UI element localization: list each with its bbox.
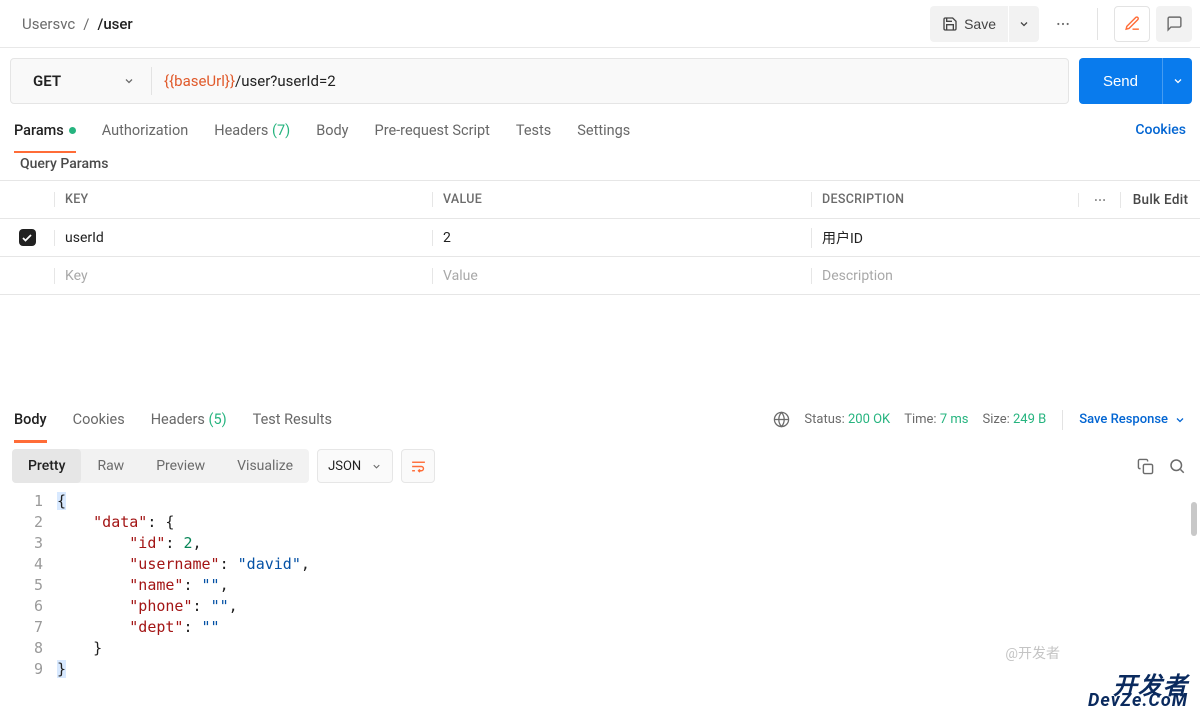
copy-icon[interactable] xyxy=(1137,458,1154,475)
code-gutter: 123456789 xyxy=(12,489,49,680)
bulk-edit-button[interactable]: Bulk Edit xyxy=(1120,192,1200,208)
tab-params-indicator xyxy=(69,127,76,134)
send-button[interactable]: Send xyxy=(1079,58,1162,104)
comment-icon xyxy=(1166,15,1183,32)
request-urlbar-row: GET {{baseUrl}}/user?userId=2 Send xyxy=(0,48,1200,108)
response-toolbar: Pretty Raw Preview Visualize JSON xyxy=(0,439,1200,489)
response-tab-headers-label: Headers xyxy=(151,411,205,428)
save-icon xyxy=(942,16,958,32)
globe-icon[interactable] xyxy=(773,411,790,428)
tab-headers-label: Headers xyxy=(214,122,268,139)
response-view-segment: Pretty Raw Preview Visualize xyxy=(12,449,309,483)
tab-authorization[interactable]: Authorization xyxy=(102,108,188,152)
response-tabs: Body Cookies Headers (5) Test Results St… xyxy=(0,399,1200,439)
params-header-value: VALUE xyxy=(432,192,811,207)
view-pretty[interactable]: Pretty xyxy=(12,449,81,483)
watermark-line2: DevZe.CoM xyxy=(1088,690,1188,711)
response-divider xyxy=(1062,410,1063,430)
tab-headers-count: (7) xyxy=(272,122,290,139)
edit-docs-button[interactable] xyxy=(1114,6,1150,42)
param-row-new: Key Value Description xyxy=(0,257,1200,295)
code-content[interactable]: { "data": { "id": 2, "username": "david"… xyxy=(49,489,310,680)
response-tab-cookies[interactable]: Cookies xyxy=(73,398,125,442)
save-button-label: Save xyxy=(964,16,996,32)
response-size: Size: 249 B xyxy=(982,412,1046,427)
tab-headers[interactable]: Headers (7) xyxy=(214,108,290,152)
url-path: /user?userId=2 xyxy=(235,72,336,90)
request-body-spacer xyxy=(0,295,1200,399)
breadcrumb-current: /user xyxy=(97,15,132,33)
search-icon[interactable] xyxy=(1168,457,1186,475)
breadcrumb: Usersvc / /user xyxy=(22,15,133,33)
tab-params-label: Params xyxy=(14,122,64,139)
tab-body[interactable]: Body xyxy=(316,108,348,152)
param-key-input[interactable]: Key xyxy=(54,268,432,284)
query-params-title: Query Params xyxy=(0,152,1200,180)
more-horizontal-icon xyxy=(1055,16,1071,32)
params-header-row: KEY VALUE DESCRIPTION Bulk Edit xyxy=(0,181,1200,219)
save-response-label: Save Response xyxy=(1079,412,1168,427)
comments-button[interactable] xyxy=(1156,6,1192,42)
param-checkbox[interactable] xyxy=(19,229,36,246)
watermark-handle: @开发者 xyxy=(1005,643,1060,663)
request-url-input[interactable]: {{baseUrl}}/user?userId=2 xyxy=(152,72,1068,90)
tab-settings[interactable]: Settings xyxy=(577,108,630,152)
more-horizontal-icon xyxy=(1093,193,1107,207)
wrap-lines-button[interactable] xyxy=(401,449,435,483)
http-method-select[interactable]: GET xyxy=(11,59,151,103)
query-params-table: KEY VALUE DESCRIPTION Bulk Edit userId 2… xyxy=(0,180,1200,295)
response-format-label: JSON xyxy=(328,459,361,474)
cookies-link[interactable]: Cookies xyxy=(1135,122,1186,138)
param-value-input[interactable]: Value xyxy=(432,268,811,284)
scrollbar-thumb[interactable] xyxy=(1191,502,1197,536)
params-header-key: KEY xyxy=(54,192,432,207)
param-desc-input[interactable]: Description xyxy=(811,268,1200,284)
pencil-icon xyxy=(1124,15,1141,32)
breadcrumb-sep: / xyxy=(83,15,89,33)
request-urlbar: GET {{baseUrl}}/user?userId=2 xyxy=(10,58,1069,104)
send-button-group: Send xyxy=(1079,58,1192,104)
save-options-button[interactable] xyxy=(1009,6,1039,42)
save-button[interactable]: Save xyxy=(930,6,1008,42)
param-value-cell[interactable]: 2 xyxy=(432,230,811,246)
param-desc-cell[interactable]: 用户ID xyxy=(811,228,1200,248)
more-actions-button[interactable] xyxy=(1045,6,1081,42)
wrap-icon xyxy=(410,458,427,475)
chevron-down-icon xyxy=(1172,75,1184,87)
breadcrumb-parent[interactable]: Usersvc xyxy=(22,15,75,33)
view-raw[interactable]: Raw xyxy=(81,449,140,483)
params-header-more[interactable] xyxy=(1078,193,1120,207)
response-tab-tests[interactable]: Test Results xyxy=(253,398,332,442)
response-time: Time: 7 ms xyxy=(904,412,968,427)
topbar-divider xyxy=(1097,8,1098,40)
response-format-select[interactable]: JSON xyxy=(317,449,393,483)
save-button-group: Save xyxy=(930,6,1039,42)
view-preview[interactable]: Preview xyxy=(140,449,221,483)
topbar: Usersvc / /user Save xyxy=(0,0,1200,48)
tab-params[interactable]: Params xyxy=(14,108,76,152)
view-visualize[interactable]: Visualize xyxy=(221,449,309,483)
param-key-cell[interactable]: userId xyxy=(54,230,432,246)
response-tab-body[interactable]: Body xyxy=(14,398,47,442)
chevron-down-icon xyxy=(1174,414,1186,426)
response-tab-headers[interactable]: Headers (5) xyxy=(151,398,227,442)
url-variable: {{baseUrl}} xyxy=(164,72,235,90)
params-header-desc: DESCRIPTION xyxy=(811,192,1078,207)
response-tab-headers-count: (5) xyxy=(208,411,226,428)
tab-prerequest[interactable]: Pre-request Script xyxy=(375,108,490,152)
request-tabs: Params Authorization Headers (7) Body Pr… xyxy=(0,108,1200,152)
chevron-down-icon xyxy=(371,461,382,472)
send-options-button[interactable] xyxy=(1162,58,1192,104)
http-method-label: GET xyxy=(33,72,61,90)
chevron-down-icon xyxy=(123,75,135,87)
save-response-button[interactable]: Save Response xyxy=(1079,412,1186,427)
chevron-down-icon xyxy=(1018,18,1030,30)
response-status: Status: 200 OK xyxy=(804,412,890,427)
tab-tests[interactable]: Tests xyxy=(516,108,551,152)
param-row: userId 2 用户ID xyxy=(0,219,1200,257)
